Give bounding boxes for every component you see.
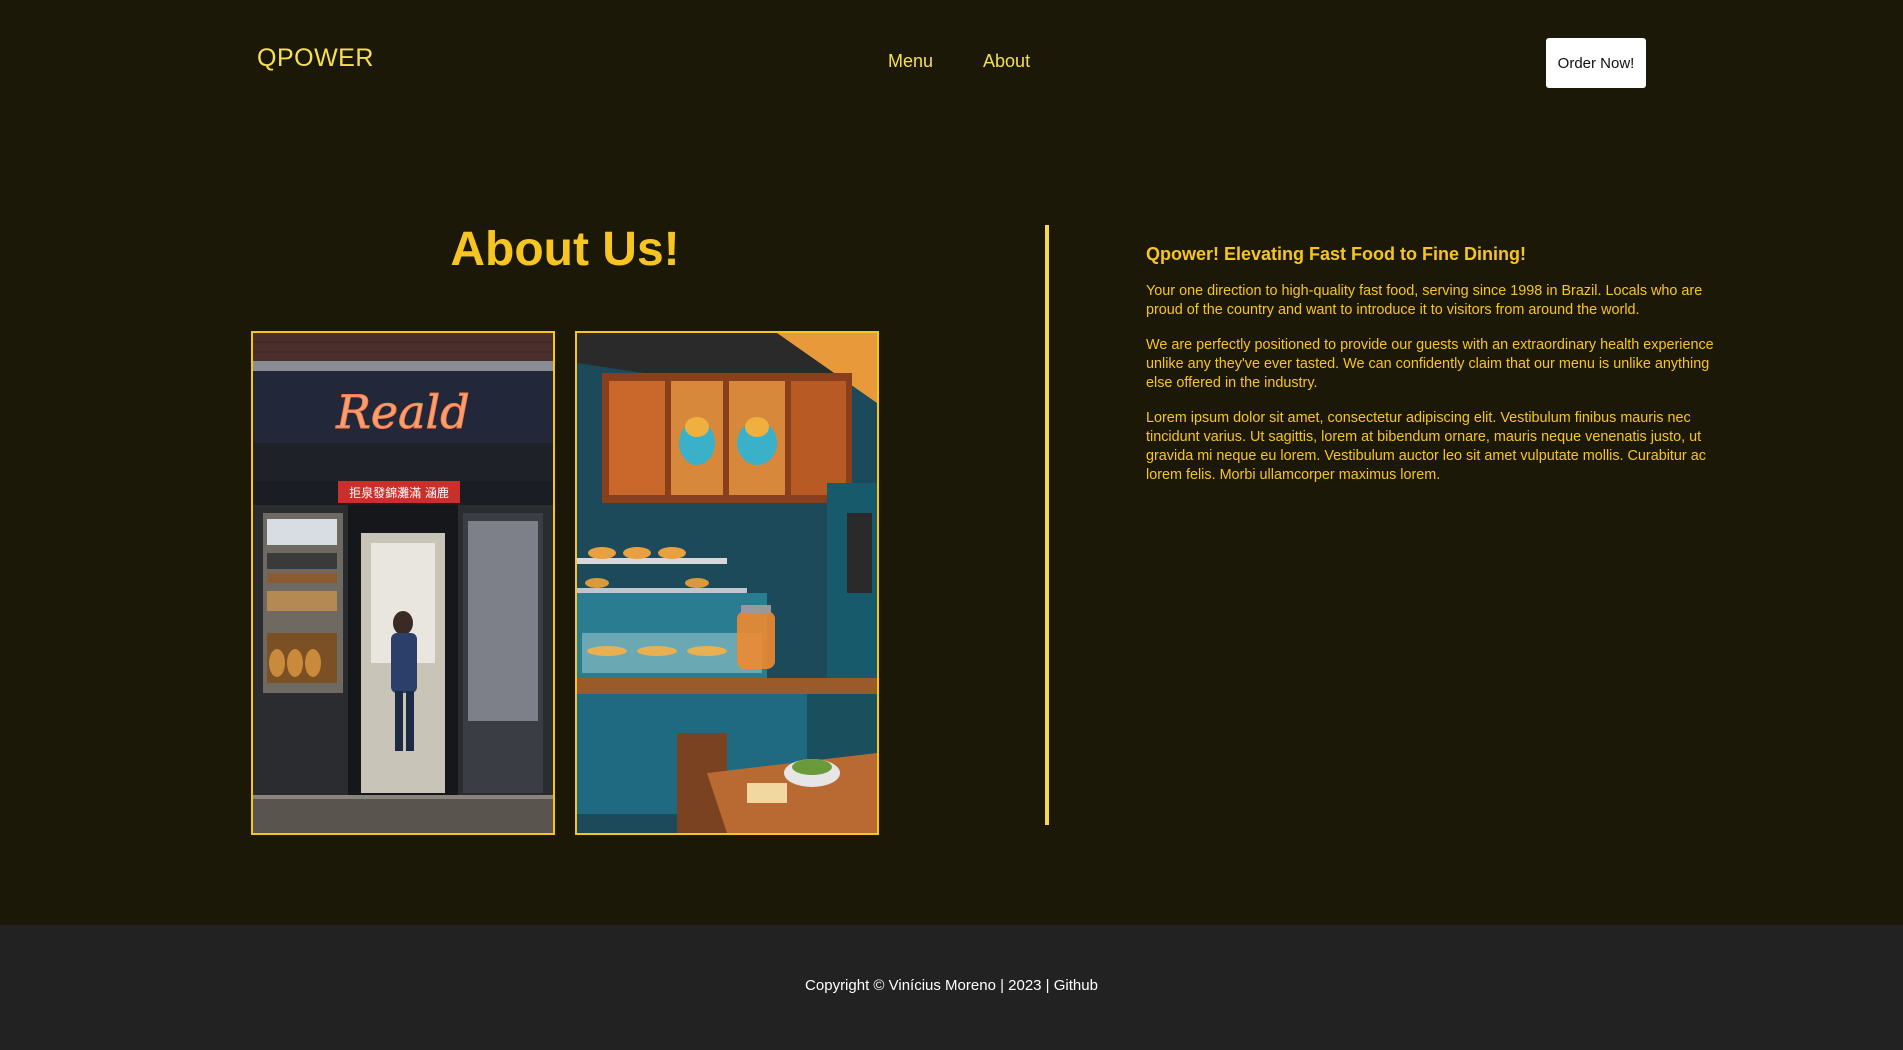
order-now-button[interactable]: Order Now! [1546, 38, 1646, 88]
footer-text: Copyright © Vinícius Moreno | 2023 | Git… [0, 977, 1903, 994]
about-title: About Us! [450, 223, 680, 276]
nav-link-menu[interactable]: Menu [888, 51, 933, 72]
vertical-divider [1045, 225, 1049, 825]
page: QPOWER Menu About Order Now! About Us! R… [0, 0, 1903, 1050]
banner-text: 拒泉發錦灘滿 涵鹿 [349, 485, 449, 500]
storefront-image: Reald 拒泉發錦灘滿 涵鹿 [251, 331, 555, 835]
paragraph-2: We are perfectly positioned to provide o… [1146, 337, 1714, 391]
main-nav: Menu About [888, 51, 1030, 72]
site-footer: Copyright © Vinícius Moreno | 2023 | Git… [0, 925, 1903, 1050]
nav-link-about[interactable]: About [983, 51, 1030, 72]
paragraph-1: Your one direction to high-quality fast … [1146, 283, 1703, 318]
content-heading: Qpower! Elevating Fast Food to Fine Dini… [1146, 244, 1526, 264]
neon-sign-text: Reald [335, 385, 469, 439]
site-header: QPOWER Menu About Order Now! [0, 0, 1903, 125]
about-content: Qpower! Elevating Fast Food to Fine Dini… [1146, 244, 1730, 501]
copyright-text: Copyright © Vinícius Moreno | 2023 | [805, 977, 1050, 994]
interior-image [575, 331, 879, 835]
paragraph-3: Lorem ipsum dolor sit amet, consectetur … [1146, 410, 1706, 483]
logo[interactable]: QPOWER [257, 44, 374, 73]
storefront-illustration: Reald 拒泉發錦灘滿 涵鹿 [253, 333, 553, 833]
github-link[interactable]: Github [1054, 977, 1098, 994]
interior-illustration [577, 333, 877, 833]
